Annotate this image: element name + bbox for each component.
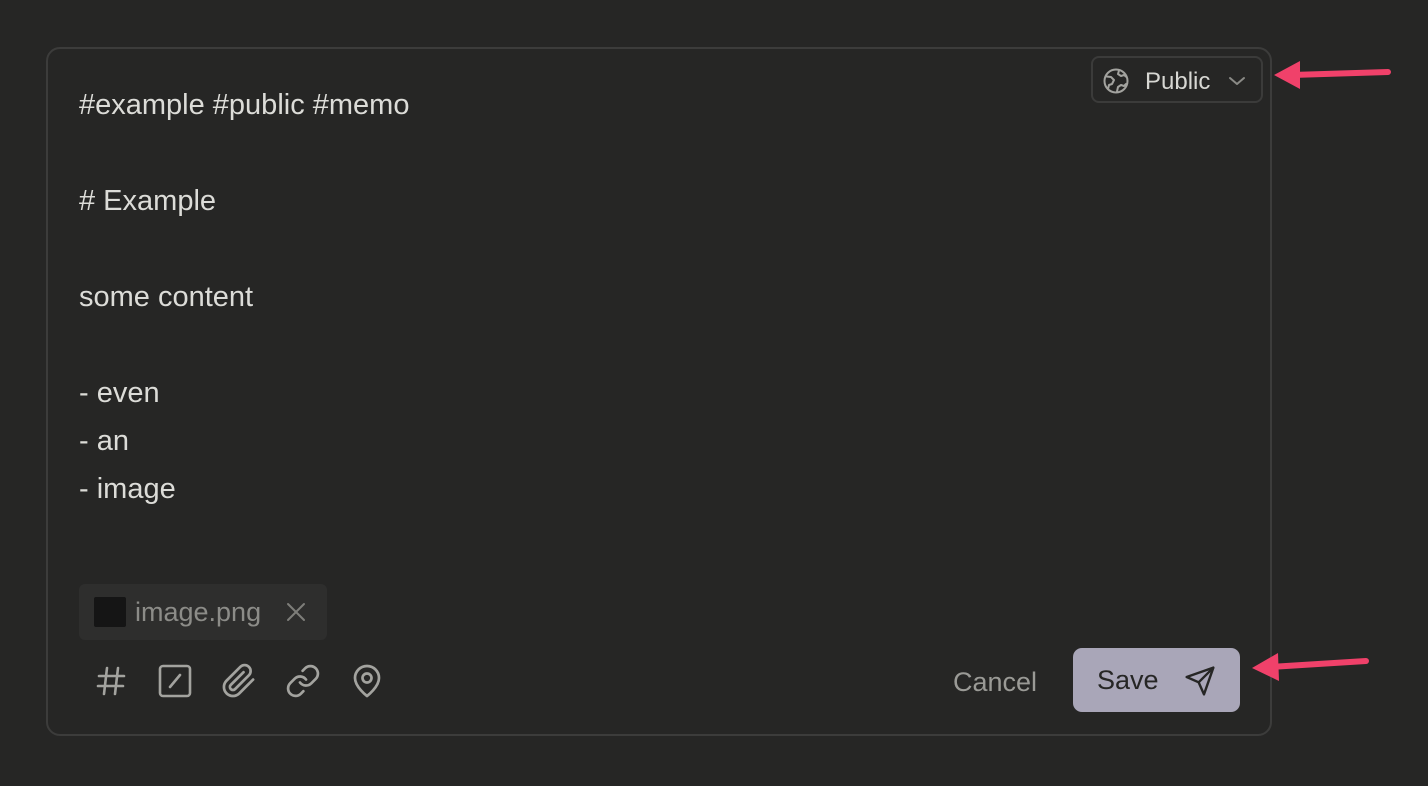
content-line [79,229,409,277]
tag-button[interactable] [91,661,131,701]
visibility-selector[interactable]: Public [1091,56,1263,103]
image-thumbnail [94,597,126,627]
paperclip-icon [222,663,255,698]
content-line: - even [79,377,160,409]
cancel-button[interactable]: Cancel [935,660,1055,704]
content-line: - an [79,425,129,457]
content-line: - image [79,473,176,505]
map-pin-icon [353,664,381,698]
attachment-chip: image.png [79,584,327,640]
checklist-button[interactable] [155,661,195,701]
save-label: Save [1097,665,1159,695]
annotation-arrow [1274,61,1391,89]
content-line: some content [79,281,254,313]
checkbox-icon [158,664,192,698]
visibility-label: Public [1145,68,1211,95]
content-line: #example #public #memo [79,89,410,121]
save-button[interactable]: Save [1073,648,1240,712]
annotation-arrow [1252,653,1369,681]
content-line [79,133,409,181]
attach-file-button[interactable] [219,661,259,701]
attachment-filename: image.png [135,597,262,627]
content-line [79,325,409,373]
location-button[interactable] [347,661,387,701]
close-icon[interactable] [285,601,307,623]
link-icon [286,664,320,698]
content-line: # Example [79,185,217,217]
globe-icon [1103,68,1129,94]
link-memo-button[interactable] [283,661,323,701]
hashtag-icon [96,666,126,696]
chevron-down-icon [1229,77,1245,85]
send-icon [1185,666,1215,696]
memo-content[interactable]: #example #public #memo # Example some co… [79,85,409,517]
